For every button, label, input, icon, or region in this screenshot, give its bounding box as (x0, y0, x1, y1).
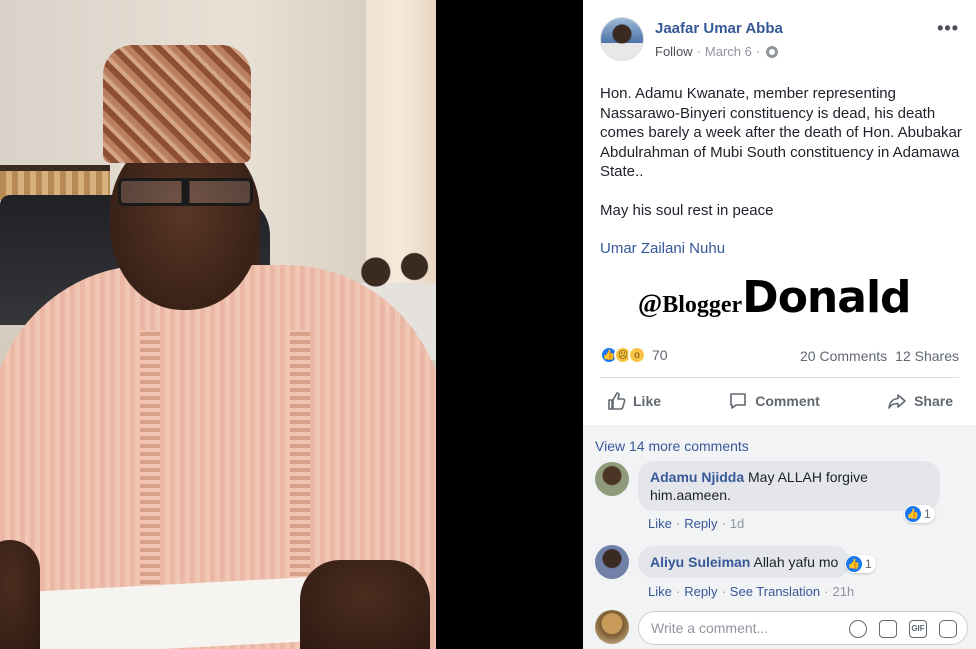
more-options-icon[interactable]: ••• (937, 18, 959, 39)
meta-separator: · (755, 44, 761, 59)
comment-like-link[interactable]: Like (648, 584, 672, 599)
comments-count[interactable]: 20 Comments (800, 348, 887, 364)
follow-link[interactable]: Follow (655, 44, 693, 59)
share-label: Share (914, 393, 953, 409)
separator: · (675, 516, 681, 531)
thumbs-up-icon (608, 392, 626, 410)
like-label: Like (633, 393, 662, 409)
separator: · (721, 584, 726, 599)
watermark-donald: Donald (742, 272, 911, 323)
globe-icon (766, 45, 779, 58)
emoji-icon[interactable] (849, 620, 867, 638)
post-paragraph: Hon. Adamu Kwanate, member representing … (600, 85, 962, 180)
photo-robe-stripe (140, 330, 160, 600)
comment-like-link[interactable]: Like (648, 516, 672, 531)
post-meta: Follow · March 6 · (655, 44, 779, 59)
photo-glasses (118, 178, 253, 206)
facebook-post: Jaafar Umar Abba Follow · March 6 · ••• … (583, 0, 976, 649)
post-photo[interactable] (0, 0, 436, 649)
comment-time[interactable]: 21h (832, 584, 854, 599)
separator: · (721, 516, 726, 531)
author-name[interactable]: Jaafar Umar Abba (655, 20, 783, 37)
commenter-avatar[interactable] (595, 545, 629, 579)
post-actions: Like Comment Share (600, 386, 959, 416)
comment-reply-link[interactable]: Reply (684, 584, 717, 599)
reaction-count: 70 (652, 347, 668, 363)
commenter-name[interactable]: Adamu Njidda (650, 469, 744, 485)
comment-reaction-count: 1 (924, 507, 931, 521)
comment-input-icons: GIF (849, 620, 957, 638)
photo-hand (300, 560, 430, 649)
separator: · (675, 584, 681, 599)
reaction-summary[interactable]: 👍 ☹ o 70 (600, 346, 668, 364)
share-button[interactable]: Share (881, 386, 959, 416)
comment-input-placeholder: Write a comment... (651, 620, 769, 636)
comment-reaction-badge[interactable]: 👍 1 (904, 505, 935, 523)
post-body: Hon. Adamu Kwanate, member representing … (600, 84, 970, 278)
photo-hand (0, 540, 40, 649)
comment-reaction-badge[interactable]: 👍 1 (845, 555, 876, 573)
gif-icon[interactable]: GIF (909, 620, 927, 638)
watermark: @ Blogger Donald (638, 272, 912, 323)
shares-count[interactable]: 12 Shares (895, 348, 959, 364)
mention-link[interactable]: Umar Zailani Nuhu (600, 239, 970, 259)
comment-label: Comment (755, 393, 820, 409)
like-reaction-icon: 👍 (846, 556, 862, 572)
divider (600, 377, 959, 378)
wow-reaction-icon: o (628, 346, 646, 364)
author-avatar[interactable] (600, 17, 644, 61)
comment-actions: Like · Reply · See Translation · 21h (648, 584, 854, 599)
current-user-avatar (595, 610, 629, 644)
like-button[interactable]: Like (600, 386, 667, 416)
comments-section: View 14 more comments Adamu Njidda May A… (583, 425, 976, 649)
comment-bubble: Adamu Njidda May ALLAH forgive him.aamee… (638, 461, 940, 511)
photo-robe-stripe (290, 330, 310, 600)
separator: · (824, 584, 829, 599)
like-reaction-icon: 👍 (905, 506, 921, 522)
comment-bubble: Aliyu Suleiman Allah yafu mo (638, 546, 851, 578)
sticker-icon[interactable] (939, 620, 957, 638)
post-paragraph: May his soul rest in peace (600, 201, 774, 219)
comment-text: Allah yafu mo (753, 554, 839, 570)
photo-cap (103, 45, 251, 163)
camera-icon[interactable] (879, 620, 897, 638)
comment-input[interactable]: Write a comment... GIF (638, 611, 968, 645)
commenter-avatar[interactable] (595, 462, 629, 496)
comment-reaction-count: 1 (865, 557, 872, 571)
write-comment-box: Write a comment... GIF (595, 610, 968, 646)
see-translation-link[interactable]: See Translation (730, 584, 820, 599)
comment-icon (730, 393, 747, 409)
comment-reply-link[interactable]: Reply (684, 516, 717, 531)
commenter-name[interactable]: Aliyu Suleiman (650, 554, 750, 570)
share-icon (888, 394, 906, 409)
engagement-counts: 20 Comments 12 Shares (800, 348, 959, 364)
watermark-at: @ (638, 289, 663, 318)
meta-separator: · (696, 44, 701, 59)
watermark-blogger: Blogger (662, 292, 743, 318)
view-more-comments-link[interactable]: View 14 more comments (595, 438, 749, 454)
comment-actions: Like · Reply · 1d (648, 516, 744, 531)
post-date[interactable]: March 6 (705, 44, 752, 59)
comment-button[interactable]: Comment (722, 386, 826, 416)
comment-time[interactable]: 1d (730, 516, 744, 531)
